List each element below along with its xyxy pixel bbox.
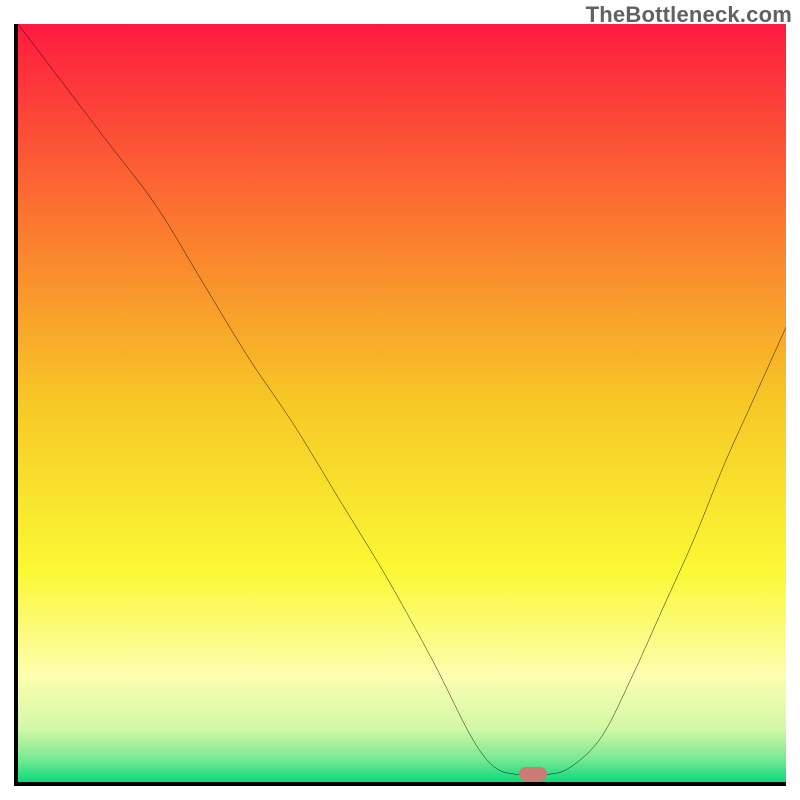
bottleneck-curve — [18, 24, 786, 782]
plot-area — [14, 24, 786, 786]
curve-path — [18, 24, 786, 775]
optimal-point-marker — [519, 767, 547, 781]
chart-frame: TheBottleneck.com — [0, 0, 800, 800]
